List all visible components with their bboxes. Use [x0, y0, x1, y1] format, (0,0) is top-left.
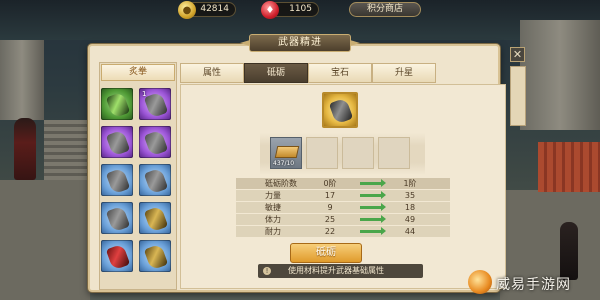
gauntlet-icon — [105, 243, 131, 271]
tab-upgrade-star[interactable]: 升星 — [372, 63, 436, 83]
stat-current: 22 — [324, 227, 336, 236]
close-icon[interactable]: ✕ — [510, 47, 525, 62]
points-shop-button[interactable]: 积分商店 — [349, 2, 421, 17]
material-quantity: 437/10 — [273, 160, 295, 167]
weapon-category-button[interactable]: 炙拳 — [101, 64, 175, 81]
stat-current: 0阶 — [323, 179, 337, 188]
weapon-slot[interactable] — [139, 164, 171, 196]
material-slot-empty[interactable] — [378, 137, 410, 169]
red-cargo — [538, 142, 600, 192]
player-character — [14, 118, 36, 180]
stone-pillar — [0, 40, 44, 120]
gold-counter: ● 42814 — [178, 1, 236, 19]
material-slot[interactable]: 437/10 — [270, 137, 302, 169]
panel-title: 武器精进 — [249, 34, 351, 52]
refine-button[interactable]: 砥砺 — [290, 243, 362, 263]
hint-text: 使用材料提升武器基础属性 — [288, 266, 384, 275]
gauntlet-icon — [143, 129, 169, 157]
gauntlet-icon — [328, 97, 354, 125]
refine-tabs: 属性 砥砺 宝石 升星 — [180, 63, 506, 83]
stat-label: 体力 — [265, 215, 281, 224]
gauntlet-icon — [105, 167, 131, 195]
stat-row: 体力 25 49 — [236, 214, 450, 225]
whetstone-icon — [274, 146, 300, 158]
gold-value: 42814 — [200, 4, 229, 14]
stat-next: 44 — [404, 227, 416, 236]
stat-current: 25 — [324, 215, 336, 224]
stat-current: 9 — [327, 203, 333, 212]
weapon-slot[interactable] — [101, 240, 133, 272]
watermark-logo-icon — [468, 270, 492, 294]
stat-next: 35 — [404, 191, 416, 200]
gauntlet-icon — [105, 205, 131, 233]
stone-stairs — [44, 120, 88, 180]
gem-counter: ♦ 1105 — [261, 1, 319, 19]
material-slot-empty[interactable] — [306, 137, 338, 169]
weapon-slot[interactable] — [101, 88, 133, 120]
weapon-slot[interactable] — [139, 202, 171, 234]
increase-arrow-icon — [360, 215, 386, 223]
stat-label: 敏捷 — [265, 203, 281, 212]
weapon-badge: 1 — [142, 90, 147, 98]
weapon-slot[interactable] — [139, 240, 171, 272]
stat-label: 砥砺阶数 — [265, 179, 297, 188]
currency-bar: ● 42814 ♦ 1105 积分商店 — [0, 0, 600, 20]
gem-value: 1105 — [289, 4, 312, 14]
site-watermark: 威易手游网 — [468, 268, 600, 298]
stats-table: 砥砺阶数 0阶 1阶 力量 17 35 敏捷 9 18 体力 25 49 耐力 … — [236, 178, 450, 238]
gold-coin-icon: ● — [178, 1, 196, 19]
red-gem-icon: ♦ — [261, 1, 279, 19]
gauntlet-icon — [105, 91, 131, 119]
hint-bar: ! 使用材料提升武器基础属性 — [258, 264, 423, 278]
tab-refine[interactable]: 砥砺 — [244, 63, 308, 83]
increase-arrow-icon — [360, 227, 386, 235]
stat-row-refine-level: 砥砺阶数 0阶 1阶 — [236, 178, 450, 189]
stat-current: 17 — [324, 191, 336, 200]
weapon-slot[interactable] — [101, 202, 133, 234]
gauntlet-icon — [143, 205, 169, 233]
stone-ground — [0, 180, 90, 300]
info-icon: ! — [263, 267, 271, 275]
stat-row: 耐力 22 44 — [236, 226, 450, 237]
gauntlet-icon — [143, 167, 169, 195]
gauntlet-icon — [143, 91, 169, 119]
stat-next: 49 — [404, 215, 416, 224]
side-tab-strip — [510, 66, 526, 126]
stat-label: 力量 — [265, 191, 281, 200]
material-slot-empty[interactable] — [342, 137, 374, 169]
tab-gems[interactable]: 宝石 — [308, 63, 372, 83]
gauntlet-icon — [105, 129, 131, 157]
weapon-slot[interactable]: 1 — [139, 88, 171, 120]
selected-weapon-slot[interactable] — [322, 92, 358, 128]
stat-row: 力量 17 35 — [236, 190, 450, 201]
gauntlet-icon — [143, 243, 169, 271]
weapon-slot[interactable] — [139, 126, 171, 158]
stone-gate — [520, 20, 600, 130]
watermark-text: 威易手游网 — [496, 277, 571, 293]
tab-attributes[interactable]: 属性 — [180, 63, 244, 83]
weapon-slot[interactable] — [101, 164, 133, 196]
stat-label: 耐力 — [265, 227, 281, 236]
increase-arrow-icon — [360, 191, 386, 199]
weapon-slot[interactable] — [101, 126, 133, 158]
increase-arrow-icon — [360, 179, 386, 187]
stat-row: 敏捷 9 18 — [236, 202, 450, 213]
stat-next: 1阶 — [403, 179, 417, 188]
stat-next: 18 — [404, 203, 416, 212]
increase-arrow-icon — [360, 203, 386, 211]
